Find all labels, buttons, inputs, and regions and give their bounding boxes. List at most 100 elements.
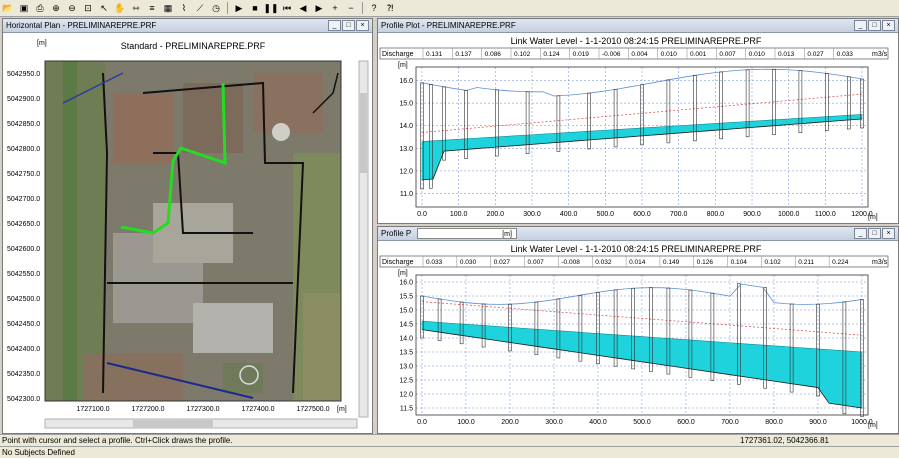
minimize-button[interactable]: _ [854,228,867,239]
discharge-value: 0.149 [663,259,680,266]
remove-icon[interactable]: − [344,1,358,15]
y-tick-label: 11.5 [400,406,413,413]
plan-y-tick: 5042650.0 [7,221,40,228]
open-icon[interactable]: 📂 [1,1,15,15]
discharge-value: 0.124 [543,51,560,58]
x-tick-label: 800.0 [707,211,725,218]
toolbar-separator [227,2,228,14]
plan-y-tick: 5042450.0 [7,321,40,328]
profile1-x-axis: 0.0 100.0 200.0 300.0 400.0 500.0 600.0 700.0 80… [417,211,873,218]
profile1-y-axis: 16.0 15.0 14.0 13.0 12.0 11.0 [399,78,413,198]
x-tick-label: 1000.0 [778,211,800,218]
discharge-value: 0.010 [749,51,766,58]
discharge-value: 0.104 [731,259,748,266]
discharge-value: 0.211 [798,259,814,266]
graph-icon[interactable]: ⌇ [177,1,191,15]
save-icon[interactable]: ▣ [17,1,31,15]
profile2-discharge-label: Discharge [382,259,414,266]
plan-y-tick: 5042600.0 [7,246,40,253]
discharge-value: 0.033 [426,259,443,266]
layers-icon[interactable]: ≡ [145,1,159,15]
help-icon[interactable]: ? [367,1,381,15]
x-tick-label: 900.0 [743,211,761,218]
profile-icon[interactable]: ⟋ [193,1,207,15]
x-tick-label: 600.0 [633,211,651,218]
profile1-y-unit: [m] [398,62,408,69]
subjects-bar: No Subjects Defined [0,446,899,458]
discharge-value: 0.013 [778,51,795,58]
plan-y-tick: 5042900.0 [7,96,40,103]
maximize-button[interactable]: □ [868,20,881,31]
status-coordinates: 1727361.02, 5042366.81 [740,436,829,445]
plan-y-tick: 5042400.0 [7,346,40,353]
discharge-value: 0.032 [595,259,612,266]
pause-icon[interactable]: ❚❚ [263,1,278,15]
discharge-value: 0.102 [514,51,531,58]
maximize-button[interactable]: □ [342,20,355,31]
profile2-plot-title: Link Water Level - 1-1-2010 08:24:15 PRE… [511,244,762,254]
discharge-value: 0.033 [837,51,854,58]
plan-canvas[interactable]: Standard - PRELIMINAREPRE.PRF [m] [m] 50… [3,33,370,433]
status-subjects: No Subjects Defined [2,448,75,457]
plan-x-tick: 1727500.0 [296,406,329,413]
profile1-window-title: Profile Plot - PRELIMINAREPRE.PRF [381,21,516,30]
plan-y-tick: 5042500.0 [7,296,40,303]
discharge-value: 0.010 [661,51,678,58]
plan-y-tick: 5042800.0 [7,146,40,153]
manhole [846,76,851,130]
maximize-button[interactable]: □ [868,228,881,239]
x-tick-label: 400.0 [589,419,607,426]
plan-x-tick: 1727300.0 [186,406,219,413]
y-tick-label: 15.0 [399,101,413,108]
add-icon[interactable]: + [328,1,342,15]
y-tick-label: 14.0 [399,336,413,343]
discharge-value: 0.102 [764,259,781,266]
discharge-value: 0.137 [455,51,472,58]
y-tick-label: 16.0 [399,78,413,85]
main-toolbar: 📂 ▣ ⎙ ⊕ ⊖ ⊡ ↖ ✋ ⇿ ≡ ▦ ⌇ ⟋ ◷ ▶ ■ ❚❚ ⏮ ◀ ▶… [0,0,899,17]
x-tick-label: 1100.0 [815,211,836,218]
close-button[interactable]: × [356,20,369,31]
select-icon[interactable]: ↖ [97,1,111,15]
zoom-extent-icon[interactable]: ⊡ [81,1,95,15]
plan-title-bar: Horizontal Plan - PRELIMINAREPRE.PRF _ □… [3,19,372,33]
close-button[interactable]: × [882,20,895,31]
x-tick-label: 100.0 [457,419,475,426]
step-back-icon[interactable]: ◀ [296,1,310,15]
close-button[interactable]: × [882,228,895,239]
y-tick-label: 13.0 [399,146,413,153]
discharge-value: 0.007 [719,51,736,58]
context-help-icon[interactable]: ⁈ [383,1,397,15]
profile-plot-window-2: Profile P [m] _ □ × Link Water Level - 1… [377,226,899,434]
pan-icon[interactable]: ✋ [113,1,127,15]
profile1-plot[interactable]: Link Water Level - 1-1-2010 08:24:15 PRE… [378,33,896,222]
discharge-value: 0.030 [460,259,477,266]
plan-y-tick: 5042550.0 [7,271,40,278]
rewind-icon[interactable]: ⏮ [280,1,294,15]
plan-y-tick: 5042750.0 [7,171,40,178]
profile2-plot[interactable]: Link Water Level - 1-1-2010 08:24:15 PRE… [378,241,896,432]
x-tick-label: 200.0 [487,211,505,218]
time-icon[interactable]: ◷ [209,1,223,15]
x-tick-label: 1000.0 [851,419,873,426]
x-tick-label: 200.0 [501,419,519,426]
minimize-button[interactable]: _ [854,20,867,31]
play-icon[interactable]: ▶ [232,1,246,15]
discharge-value: 0.224 [832,259,849,266]
minimize-button[interactable]: _ [328,20,341,31]
measure-icon[interactable]: ⇿ [129,1,143,15]
plan-x-unit: [m] [337,406,347,413]
zoom-out-icon[interactable]: ⊖ [65,1,79,15]
plan-window-title: Horizontal Plan - PRELIMINAREPRE.PRF [6,21,157,30]
x-tick-label: 300.0 [523,211,541,218]
print-icon[interactable]: ⎙ [33,1,47,15]
y-tick-label: 12.0 [399,392,413,399]
profile2-y-axis: 16.0 15.5 15.0 14.5 14.0 13.5 13.0 12.5 12.0 11.5 [399,280,413,413]
zoom-in-icon[interactable]: ⊕ [49,1,63,15]
table-icon[interactable]: ▦ [161,1,175,15]
stop-icon[interactable]: ■ [248,1,262,15]
step-forward-icon[interactable]: ▶ [312,1,326,15]
plan-map-title: Standard - PRELIMINAREPRE.PRF [121,41,266,51]
plan-y-tick: 5042300.0 [7,396,40,403]
y-tick-label: 16.0 [399,280,413,287]
